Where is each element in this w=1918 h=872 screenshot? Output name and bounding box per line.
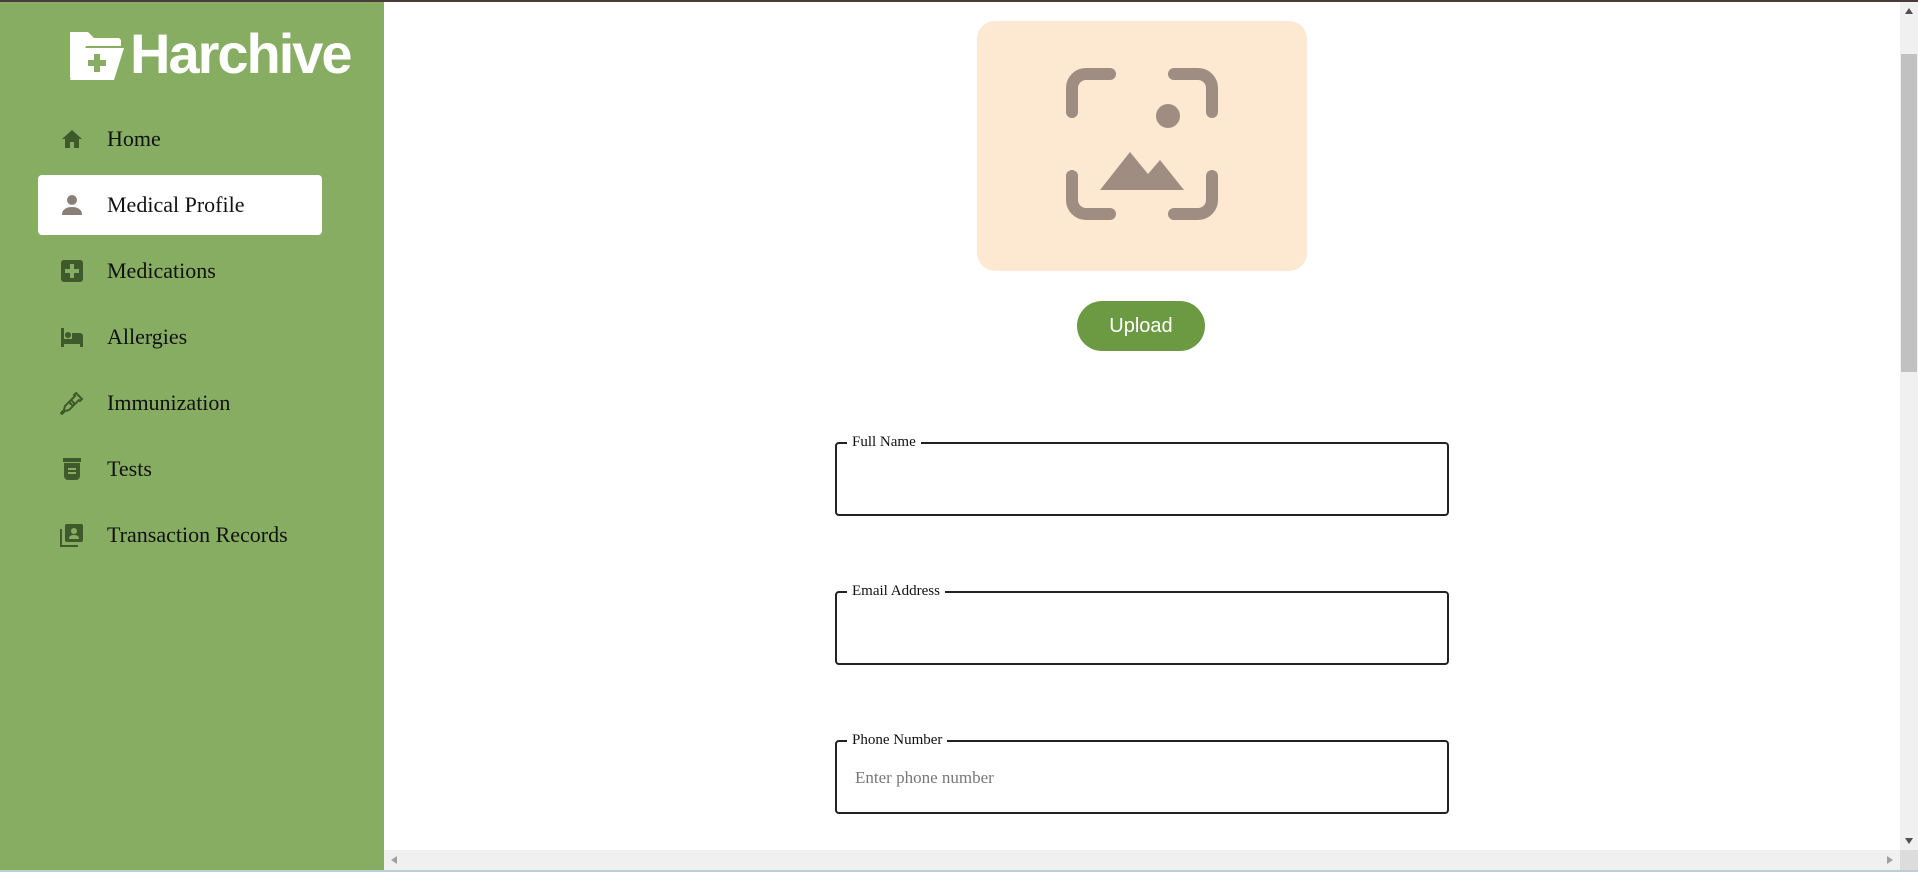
- image-placeholder-icon: [1064, 66, 1220, 227]
- medical-plus-icon: [60, 259, 84, 283]
- sidebar-item-label: Immunization: [107, 390, 231, 415]
- profile-photo-placeholder[interactable]: [977, 21, 1307, 271]
- scrollbar-corner: [1900, 850, 1918, 870]
- receipt-icon: [60, 523, 84, 547]
- sidebar-nav: Home Medical Profile Medications Allergi…: [38, 109, 322, 571]
- sidebar-item-label: Home: [107, 126, 161, 151]
- sidebar-item-home[interactable]: Home: [38, 109, 322, 169]
- vertical-scrollbar[interactable]: [1900, 2, 1918, 850]
- sidebar-item-label: Transaction Records: [107, 522, 288, 547]
- folder-medical-icon: [66, 26, 124, 82]
- sidebar: Harchive Home Medical Profile Medication…: [0, 2, 384, 872]
- sidebar-item-allergies[interactable]: Allergies: [38, 307, 322, 367]
- full-name-label: Full Name: [847, 432, 921, 452]
- horizontal-scrollbar[interactable]: [384, 850, 1900, 870]
- sidebar-item-medications[interactable]: Medications: [38, 241, 322, 301]
- scroll-right-arrow-icon[interactable]: [1880, 850, 1900, 870]
- app-logo[interactable]: Harchive: [66, 22, 353, 85]
- full-name-input[interactable]: [855, 464, 1425, 496]
- sidebar-item-tests[interactable]: Tests: [38, 439, 322, 499]
- scroll-up-arrow-icon[interactable]: [1900, 2, 1918, 20]
- syringe-icon: [60, 391, 84, 415]
- sidebar-item-label: Medical Profile: [107, 192, 245, 217]
- email-input[interactable]: [855, 613, 1425, 645]
- sidebar-item-label: Medications: [107, 258, 216, 283]
- scroll-left-arrow-icon[interactable]: [384, 850, 404, 870]
- email-field: Email Address: [835, 581, 1449, 665]
- home-icon: [60, 127, 84, 151]
- sidebar-item-label: Tests: [107, 456, 152, 481]
- phone-field: Phone Number: [835, 730, 1449, 814]
- phone-label: Phone Number: [847, 730, 948, 750]
- sidebar-item-transaction-records[interactable]: Transaction Records: [38, 505, 322, 565]
- main-content: Upload Full Name Email Address Phone Num…: [384, 2, 1900, 850]
- sidebar-item-medical-profile[interactable]: Medical Profile: [38, 175, 322, 235]
- scroll-down-arrow-icon[interactable]: [1900, 832, 1918, 850]
- sidebar-item-immunization[interactable]: Immunization: [38, 373, 322, 433]
- vertical-scrollbar-thumb[interactable]: [1901, 54, 1917, 372]
- bed-icon: [60, 325, 84, 349]
- test-jar-icon: [60, 457, 84, 481]
- upload-button[interactable]: Upload: [1077, 301, 1205, 351]
- email-label: Email Address: [847, 581, 945, 601]
- sidebar-item-label: Allergies: [107, 324, 188, 349]
- app-name: Harchive: [130, 22, 353, 85]
- person-icon: [60, 193, 84, 217]
- full-name-field: Full Name: [835, 432, 1449, 516]
- phone-input[interactable]: [855, 762, 1425, 794]
